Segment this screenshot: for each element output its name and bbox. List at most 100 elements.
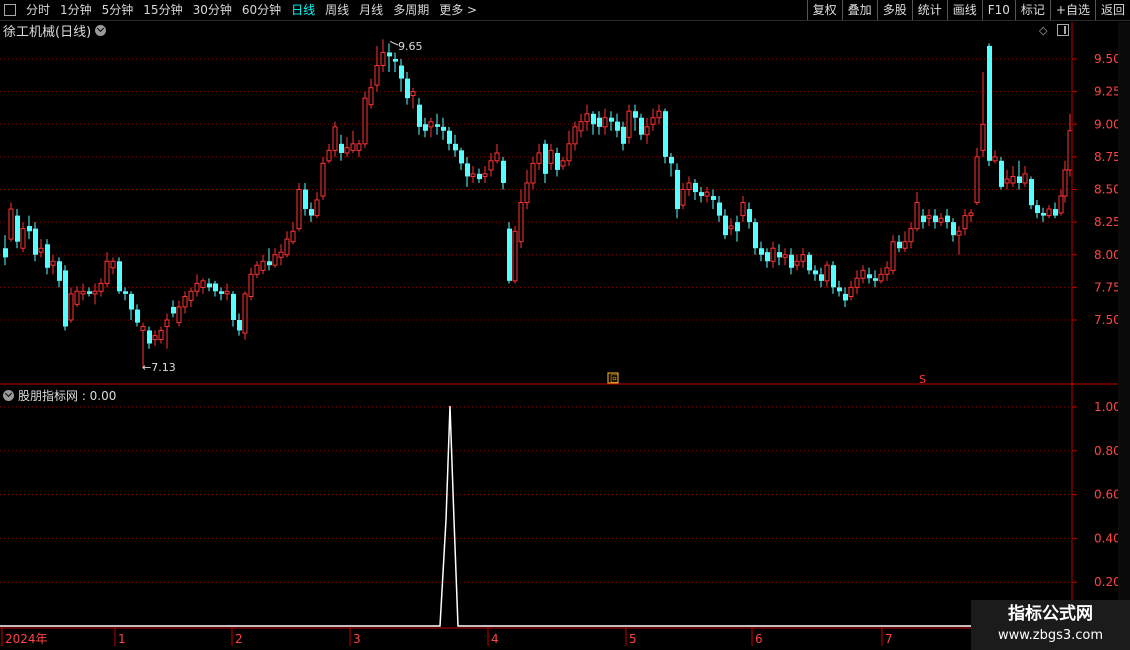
candle-body [680,189,686,206]
candle-body [135,309,140,323]
high-label: 9.65 [398,40,423,53]
candle-body [459,150,464,164]
candle-body [524,182,530,204]
candle-body [560,160,566,167]
candle-body [908,228,914,243]
indicator-tick-label: 0.60 [1094,488,1121,502]
square-marker-label: 回 [610,374,619,385]
candle-body [129,293,134,310]
candle-body [723,215,728,236]
candle-body [609,117,614,122]
candle-body [15,215,20,242]
candle-body [296,189,302,230]
candle-body [693,182,698,193]
candle-body [356,143,362,151]
candle-body [777,252,782,258]
candle-body [704,191,710,197]
price-tick-label: 9.25 [1094,85,1121,99]
candle-body [759,248,764,255]
candle-body [362,97,368,145]
candle-body [938,217,944,223]
price-tick-label: 8.75 [1094,150,1121,164]
candle-body [387,52,392,57]
candle-body [267,261,272,266]
candle-body [848,286,854,298]
candle-body [837,287,842,292]
candle-body [1035,205,1040,213]
candle-body [566,143,572,162]
candle-body [992,156,998,162]
candle-body [344,147,350,154]
candle-body [1010,175,1016,184]
candle-body [740,202,746,217]
candle-body [314,199,320,217]
candle-body [309,209,314,216]
candle-body [224,290,230,295]
candle-body [104,260,110,284]
candle-body [158,329,164,341]
candle-body [728,225,734,230]
candle-body [555,152,560,170]
candle-body [962,215,968,230]
candle-body [584,113,590,123]
candle-body [974,156,980,204]
kline-chart[interactable]: 9.65←7.13回 S 9.509.259.008.758.508.258.00… [0,0,1130,650]
price-tick-label: 8.25 [1094,215,1121,229]
candle-body [33,228,38,255]
candle-body [512,230,518,282]
indicator-tick-label: 0.80 [1094,444,1121,458]
candle-body [68,293,74,321]
candle-body [272,254,278,266]
candle-body [140,326,146,331]
candle-body [807,254,812,271]
candle-body [633,111,638,118]
candle-body [393,59,398,62]
candle-body [1058,195,1064,214]
candle-body [152,335,158,341]
candle-body [770,247,776,262]
candle-body [8,208,14,240]
candle-body [410,91,416,97]
candle-body [242,293,248,334]
candle-body [110,260,116,269]
candle-body [350,143,356,151]
candle-body [890,241,896,271]
candle-body [884,267,890,275]
candle-body [92,290,98,295]
candle-body [339,143,344,153]
candle-body [621,126,626,144]
candle-body [878,273,884,282]
candle-body [543,143,548,174]
candle-body [686,182,692,191]
candle-body [182,296,188,308]
candle-body [765,252,770,262]
candle-body [399,65,404,79]
candle-body [854,277,860,288]
candle-body [74,290,80,305]
candle-body [326,149,332,162]
side-panel-strip[interactable] [1118,22,1130,650]
candle-body [27,226,32,232]
candle-body [470,173,476,177]
candle-body [380,51,386,67]
candle-body [819,274,824,281]
candle-body [447,130,452,144]
candle-body [860,269,866,279]
candle-body [518,202,524,243]
candle-body [1053,209,1058,216]
candle-body [57,261,62,281]
candle-body [597,117,602,127]
candle-body [824,264,830,282]
candle-body [50,260,56,266]
high-pointer [389,40,399,46]
candle-body [602,117,608,128]
candle-body [711,196,716,200]
candle-body [374,65,380,86]
candle-body [530,162,536,184]
candle-body [213,283,218,292]
candle-body [248,273,254,298]
candle-body [260,260,266,271]
candle-body [453,143,458,151]
indicator-line [0,405,1072,627]
candle-body [20,228,26,249]
